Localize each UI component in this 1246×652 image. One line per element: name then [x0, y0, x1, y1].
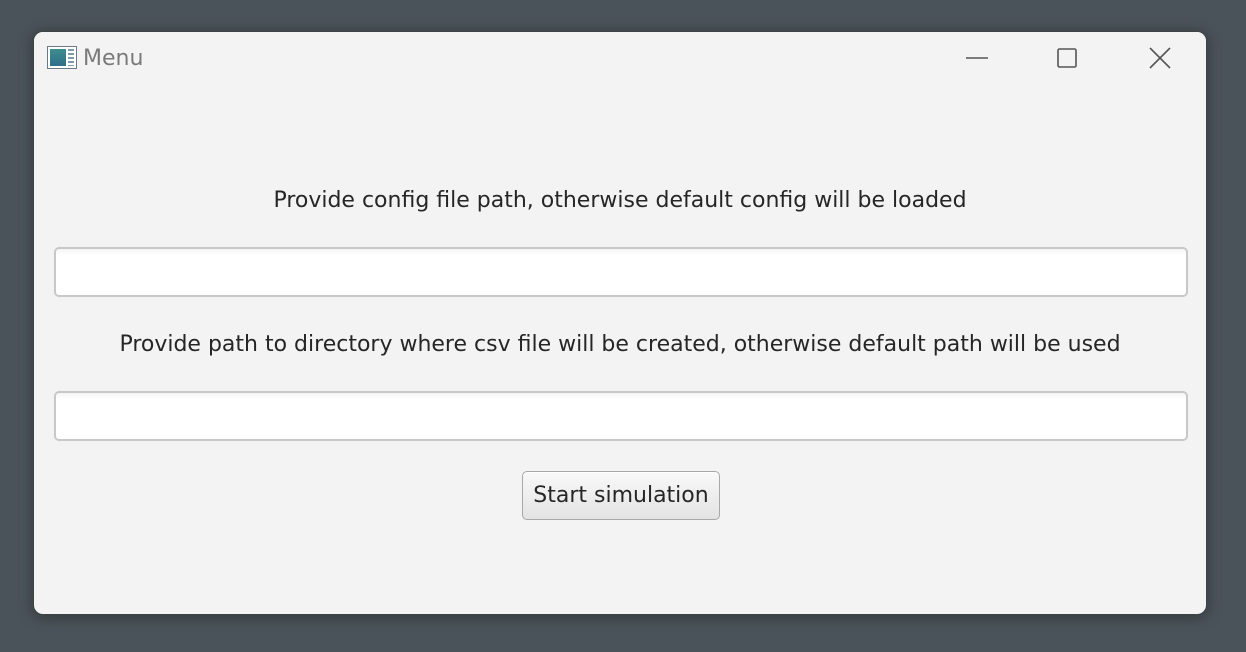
- maximize-icon: [1057, 48, 1077, 68]
- title-bar[interactable]: Menu: [34, 32, 1206, 88]
- menu-window: Menu Provide config file path, otherwise…: [33, 31, 1207, 615]
- csv-directory-prompt: Provide path to directory where csv file…: [119, 332, 1121, 357]
- config-path-input[interactable]: [54, 247, 1188, 297]
- close-button[interactable]: [1137, 38, 1183, 78]
- csv-directory-input[interactable]: [54, 391, 1188, 441]
- maximize-button[interactable]: [1044, 38, 1090, 78]
- minimize-button[interactable]: [954, 38, 1000, 78]
- close-icon: [1149, 47, 1171, 69]
- config-path-prompt: Provide config file path, otherwise defa…: [273, 188, 967, 213]
- app-window-icon: [47, 46, 77, 69]
- start-simulation-button[interactable]: Start simulation: [522, 471, 720, 520]
- window-title: Menu: [83, 46, 144, 71]
- minimize-icon: [966, 57, 988, 59]
